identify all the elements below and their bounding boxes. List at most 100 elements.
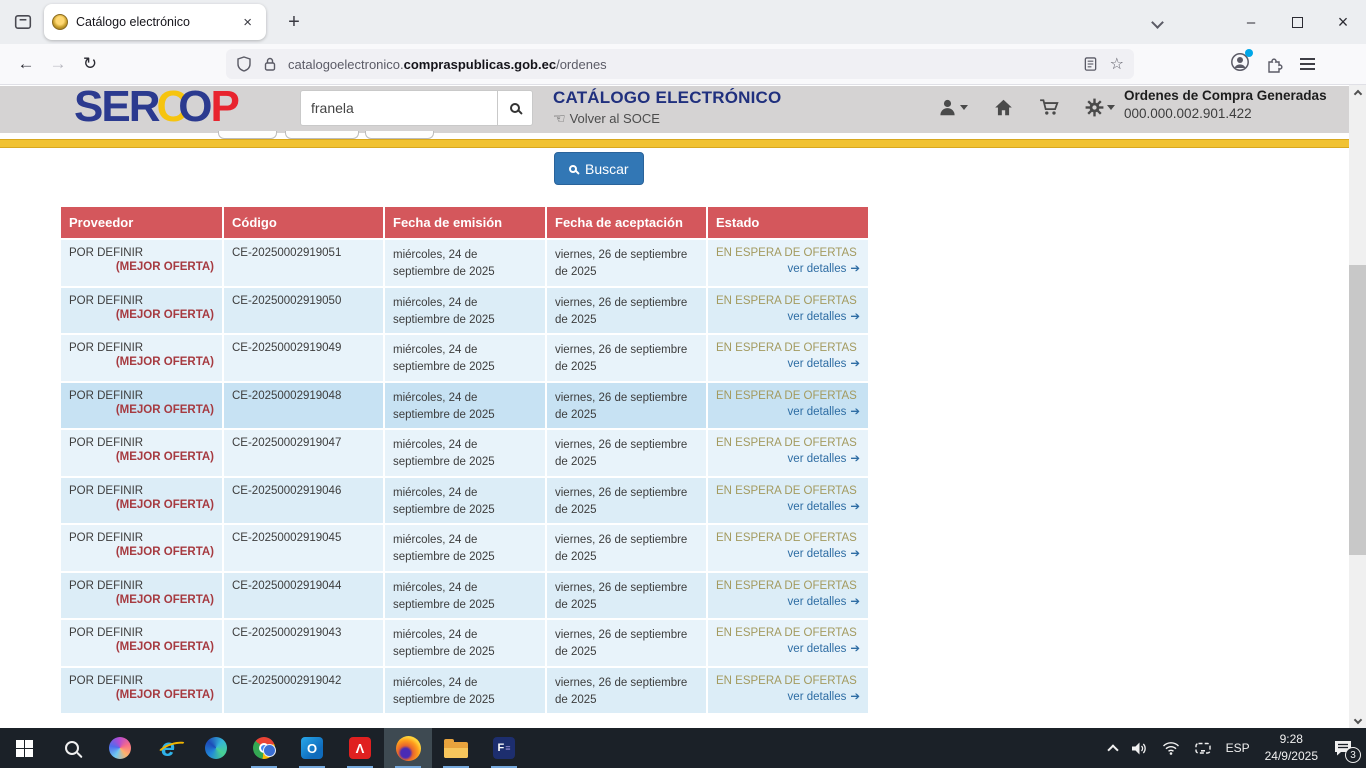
- ver-detalles-link[interactable]: ver detalles➔: [716, 404, 860, 418]
- tab-strip: Catálogo electrónico × + – ×: [0, 0, 1366, 44]
- home-icon[interactable]: [994, 98, 1013, 117]
- tab-list-chevron-icon[interactable]: [1142, 7, 1172, 37]
- scroll-up-icon[interactable]: [1349, 85, 1366, 102]
- col-estado: Estado: [707, 207, 868, 239]
- codigo-cell: CE-20250002919050: [223, 287, 384, 335]
- estado-cell: EN ESPERA DE OFERTAS ver detalles➔: [707, 239, 868, 287]
- minimize-button[interactable]: –: [1228, 0, 1274, 44]
- url-bar[interactable]: catalogoelectronico.compraspublicas.gob.…: [226, 49, 1134, 79]
- mejor-oferta-label: (MEJOR OFERTA): [69, 546, 214, 558]
- arrow-right-icon: ➔: [850, 406, 860, 418]
- ver-detalles-link[interactable]: ver detalles➔: [716, 594, 860, 608]
- fecha-aceptacion-cell: viernes, 26 de septiembre de 2025: [546, 477, 707, 525]
- close-button[interactable]: ×: [1320, 0, 1366, 44]
- forward-button[interactable]: →: [42, 48, 74, 80]
- settings-gear-icon[interactable]: [1085, 98, 1115, 117]
- tray-clock[interactable]: 9:28 24/9/2025: [1257, 731, 1326, 765]
- gold-divider-bar: [0, 139, 1366, 148]
- tray-wifi-icon[interactable]: [1155, 728, 1187, 768]
- page-title: CATÁLOGO ELECTRÓNICO: [553, 88, 781, 108]
- col-fecha-aceptacion: Fecha de aceptación: [546, 207, 707, 239]
- cart-icon[interactable]: [1039, 98, 1059, 117]
- taskbar-acrobat-button[interactable]: Λ: [336, 728, 384, 768]
- taskbar-outlook-button[interactable]: O: [288, 728, 336, 768]
- tray-time: 9:28: [1265, 731, 1318, 748]
- tray-volume-icon[interactable]: [1124, 728, 1155, 768]
- ver-detalles-link[interactable]: ver detalles➔: [716, 546, 860, 560]
- taskbar-fapp-button[interactable]: F≡: [480, 728, 528, 768]
- chrome-profile-badge: [263, 744, 276, 757]
- reader-view-icon[interactable]: [1083, 56, 1098, 72]
- vertical-scrollbar[interactable]: [1349, 85, 1366, 728]
- back-button[interactable]: ←: [10, 48, 42, 80]
- ver-detalles-link[interactable]: ver detalles➔: [716, 641, 860, 655]
- volver-al-soce-link[interactable]: ☜Volver al SOCE: [553, 110, 781, 127]
- tray-notification-button[interactable]: 3: [1326, 728, 1360, 768]
- ver-detalles-link[interactable]: ver detalles➔: [716, 689, 860, 703]
- fecha-emision-cell: miércoles, 24 de septiembre de 2025: [384, 429, 546, 477]
- user-menu-icon[interactable]: [938, 98, 968, 117]
- menu-hamburger-icon[interactable]: [1300, 58, 1315, 70]
- chevron-down-icon: [1107, 105, 1115, 110]
- estado-label: EN ESPERA DE OFERTAS: [716, 675, 860, 687]
- taskbar-firefox-button[interactable]: [384, 728, 432, 768]
- scroll-down-icon[interactable]: [1349, 711, 1366, 728]
- estado-cell: EN ESPERA DE OFERTAS ver detalles➔: [707, 667, 868, 714]
- reload-button[interactable]: ↻: [74, 48, 106, 80]
- file-explorer-icon: [444, 742, 468, 758]
- tab-overview-icon[interactable]: [8, 7, 38, 37]
- taskbar-chrome-button[interactable]: [240, 728, 288, 768]
- tracking-shield-icon[interactable]: [236, 56, 252, 72]
- hand-pointer-icon: ☜: [553, 110, 566, 127]
- internet-explorer-icon: e: [161, 736, 175, 761]
- scrollbar-thumb[interactable]: [1349, 265, 1366, 555]
- fecha-aceptacion-cell: viernes, 26 de septiembre de 2025: [546, 287, 707, 335]
- arrow-right-icon: ➔: [850, 548, 860, 560]
- proveedor-cell: POR DEFINIR (MEJOR OFERTA): [61, 239, 223, 287]
- tray-display-icon[interactable]: [1187, 728, 1219, 768]
- taskbar-search-button[interactable]: [48, 728, 96, 768]
- ver-detalles-link[interactable]: ver detalles➔: [716, 499, 860, 513]
- estado-label: EN ESPERA DE OFERTAS: [716, 342, 860, 354]
- orders-table-body: POR DEFINIR (MEJOR OFERTA) CE-2025000291…: [61, 239, 868, 713]
- estado-cell: EN ESPERA DE OFERTAS ver detalles➔: [707, 334, 868, 382]
- tray-language-indicator[interactable]: ESP: [1219, 728, 1257, 768]
- edge-icon: [205, 737, 227, 759]
- mejor-oferta-label: (MEJOR OFERTA): [69, 309, 214, 321]
- taskbar-ie-button[interactable]: e: [144, 728, 192, 768]
- ver-detalles-link[interactable]: ver detalles➔: [716, 261, 860, 275]
- filter-button-partial[interactable]: [365, 131, 434, 139]
- table-header-row: Proveedor Código Fecha de emisión Fecha …: [61, 207, 868, 239]
- product-search-button[interactable]: [497, 90, 533, 126]
- ver-detalles-link[interactable]: ver detalles➔: [716, 356, 860, 370]
- tab-close-icon[interactable]: ×: [237, 12, 258, 33]
- tray-chevron-up-icon[interactable]: [1102, 728, 1124, 768]
- taskbar-edge-button[interactable]: [192, 728, 240, 768]
- sercop-logo[interactable]: SERCOP: [74, 82, 238, 132]
- restore-button[interactable]: [1274, 0, 1320, 44]
- lock-icon[interactable]: [262, 56, 278, 72]
- start-button[interactable]: [0, 728, 48, 768]
- col-proveedor: Proveedor: [61, 207, 223, 239]
- table-row: POR DEFINIR (MEJOR OFERTA) CE-2025000291…: [61, 619, 868, 667]
- extensions-puzzle-icon[interactable]: [1266, 55, 1284, 73]
- ver-detalles-link[interactable]: ver detalles➔: [716, 309, 860, 323]
- bookmark-star-icon[interactable]: ☆: [1110, 54, 1124, 74]
- url-text[interactable]: catalogoelectronico.compraspublicas.gob.…: [288, 57, 1083, 72]
- product-search-input[interactable]: [300, 90, 497, 126]
- site-favicon-icon: [52, 14, 68, 30]
- new-tab-button[interactable]: +: [280, 8, 308, 36]
- codigo-cell: CE-20250002919042: [223, 667, 384, 714]
- chevron-down-icon: [960, 105, 968, 110]
- fecha-emision-cell: miércoles, 24 de septiembre de 2025: [384, 287, 546, 335]
- filter-button-partial[interactable]: [285, 131, 359, 139]
- browser-tab[interactable]: Catálogo electrónico ×: [44, 4, 266, 40]
- account-icon[interactable]: [1230, 52, 1250, 77]
- filter-button-partial[interactable]: [218, 131, 277, 139]
- firefox-icon: [396, 736, 421, 761]
- taskbar-copilot-button[interactable]: [96, 728, 144, 768]
- orders-table: Proveedor Código Fecha de emisión Fecha …: [61, 207, 868, 713]
- ver-detalles-link[interactable]: ver detalles➔: [716, 451, 860, 465]
- taskbar-explorer-button[interactable]: [432, 728, 480, 768]
- buscar-button[interactable]: Buscar: [554, 152, 644, 185]
